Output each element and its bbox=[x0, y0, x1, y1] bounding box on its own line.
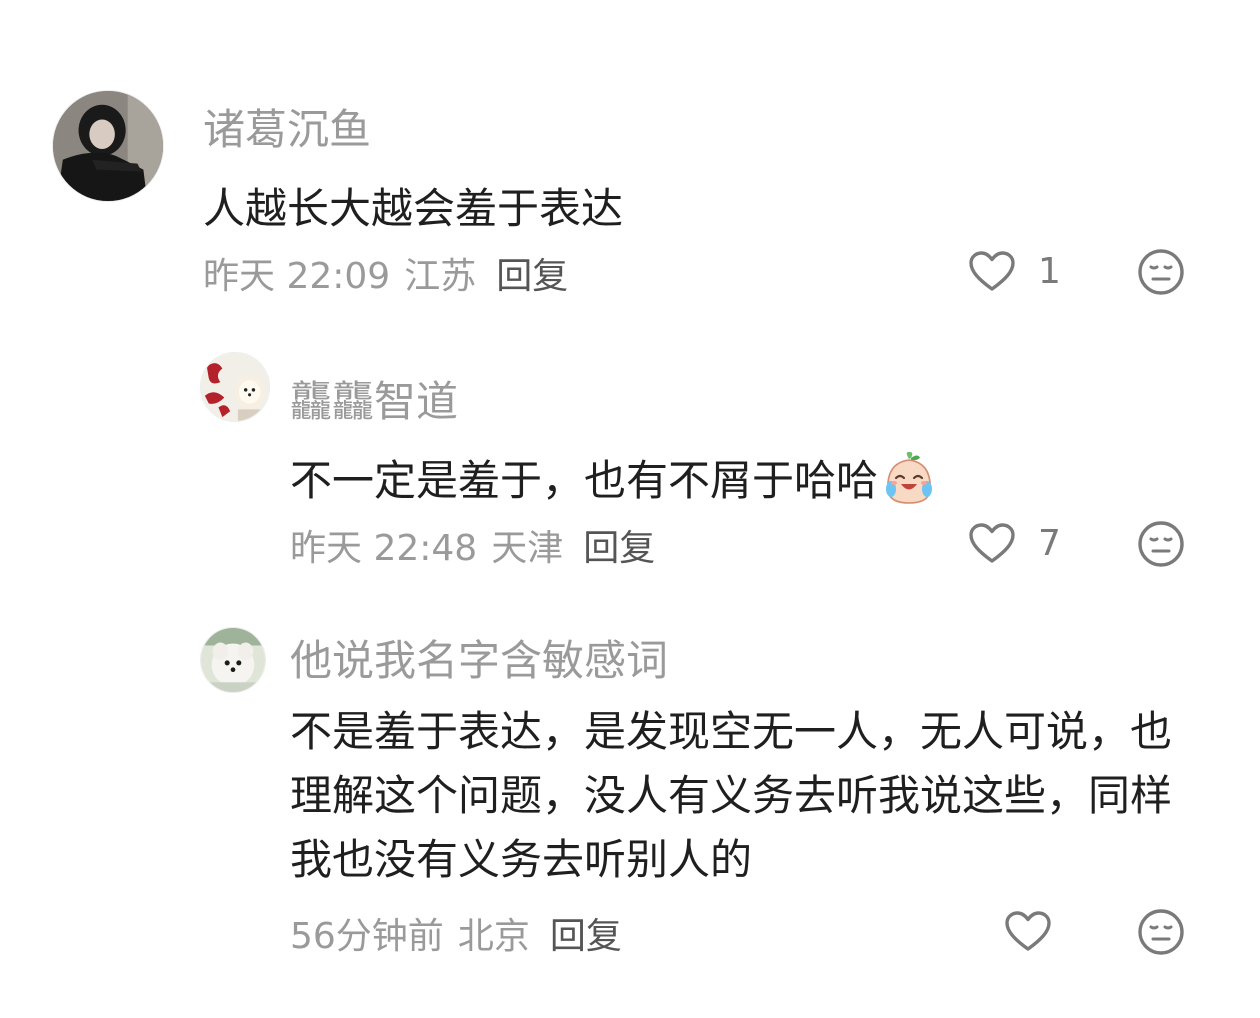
like-button[interactable]: 7 bbox=[968, 522, 1061, 564]
heart-icon bbox=[969, 251, 1015, 291]
username[interactable]: 龘龘智道 bbox=[290, 368, 458, 429]
comment-meta: 昨天 22:48 天津 回复 bbox=[290, 519, 655, 571]
comment-text: 不一定是羞于，也有不屑于哈哈 bbox=[290, 447, 938, 508]
avatar-image bbox=[201, 628, 265, 692]
heart-icon bbox=[1005, 911, 1051, 951]
meh-face-icon bbox=[1138, 249, 1184, 295]
like-button[interactable] bbox=[1004, 910, 1052, 952]
like-count: 1 bbox=[1038, 250, 1061, 292]
dislike-button[interactable] bbox=[1137, 520, 1185, 568]
like-button[interactable]: 1 bbox=[968, 250, 1061, 292]
timestamp: 昨天 22:09 bbox=[203, 256, 391, 297]
timestamp: 昨天 22:48 bbox=[290, 528, 478, 569]
heart-icon bbox=[969, 523, 1015, 563]
location: 北京 bbox=[457, 916, 530, 957]
meh-face-icon bbox=[1138, 521, 1184, 567]
avatar-image bbox=[53, 91, 163, 201]
meh-face-icon bbox=[1138, 909, 1184, 955]
avatar-image bbox=[201, 353, 269, 421]
dislike-button[interactable] bbox=[1137, 908, 1185, 956]
reply-button[interactable]: 回复 bbox=[550, 907, 622, 959]
location: 天津 bbox=[491, 528, 564, 569]
like-count: 7 bbox=[1038, 522, 1061, 564]
username[interactable]: 诸葛沉鱼 bbox=[203, 96, 371, 157]
location: 江苏 bbox=[404, 256, 477, 297]
reply-button[interactable]: 回复 bbox=[496, 247, 568, 299]
avatar[interactable] bbox=[200, 352, 270, 422]
timestamp: 56分钟前 bbox=[290, 916, 444, 957]
comment-text: 人越长大越会羞于表达 bbox=[203, 184, 624, 233]
dislike-button[interactable] bbox=[1137, 248, 1185, 296]
crying-laughing-sticker-icon bbox=[886, 451, 933, 504]
comment-text: 不是羞于表达，是发现空无一人，无人可说，也理解这个问题，没人有义务去听我说这些，… bbox=[290, 707, 1173, 884]
avatar[interactable] bbox=[200, 627, 266, 693]
comment-text-body: 不一定是羞于，也有不屑于哈哈 bbox=[290, 456, 879, 505]
reply-button[interactable]: 回复 bbox=[583, 519, 655, 571]
avatar[interactable] bbox=[52, 90, 164, 202]
comment-meta: 昨天 22:09 江苏 回复 bbox=[203, 247, 568, 299]
comment-list: 诸葛沉鱼 人越长大越会羞于表达 昨天 22:09 江苏 回复 1 龘龘智道 不一… bbox=[0, 0, 1260, 1018]
comment-meta: 56分钟前 北京 回复 bbox=[290, 907, 622, 959]
username[interactable]: 他说我名字含敏感词 bbox=[290, 627, 668, 688]
